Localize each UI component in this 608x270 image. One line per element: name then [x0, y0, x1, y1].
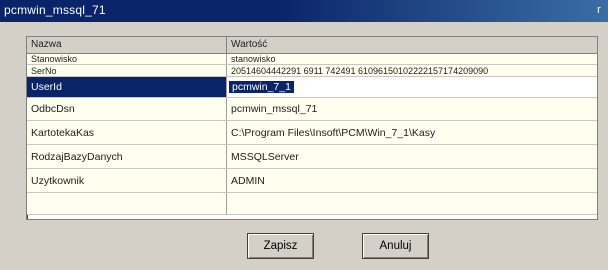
table-row[interactable]: Stanowisko stanowisko	[27, 54, 597, 65]
row-name: KartotekaKas	[27, 121, 227, 144]
table-row[interactable]: OdbcDsn pcmwin_mssql_71	[27, 98, 597, 121]
properties-grid: Nazwa Wartość Stanowisko stanowisko SerN…	[26, 36, 598, 220]
row-name: Stanowisko	[27, 54, 227, 64]
row-name-empty	[27, 193, 227, 214]
column-header-name[interactable]: Nazwa	[27, 37, 227, 53]
settings-dialog: pcmwin_mssql_71 r Nazwa Wartość Stanowis…	[0, 0, 608, 270]
column-header-value[interactable]: Wartość	[227, 37, 597, 53]
row-value[interactable]: 20514604442291 6911 742491 6109615010222…	[227, 65, 597, 76]
cancel-button[interactable]: Anuluj	[362, 233, 429, 259]
save-button[interactable]: Zapisz	[247, 233, 314, 259]
row-value[interactable]: ADMIN	[227, 169, 597, 192]
table-row-selected[interactable]: UserId pcmwin_7_1	[27, 77, 597, 98]
table-row-empty[interactable]	[27, 193, 597, 215]
table-row[interactable]: KartotekaKas C:\Program Files\Insoft\PCM…	[27, 121, 597, 145]
row-name: UserId	[27, 77, 227, 97]
row-name: RodzajBazyDanych	[27, 145, 227, 168]
window-title: pcmwin_mssql_71	[4, 3, 106, 17]
row-value[interactable]: stanowisko	[227, 54, 597, 64]
row-name: OdbcDsn	[27, 98, 227, 120]
row-value-empty[interactable]	[227, 193, 597, 214]
row-value[interactable]: MSSQLServer	[227, 145, 597, 168]
row-value-editor[interactable]: pcmwin_7_1	[227, 77, 597, 97]
table-row[interactable]: SerNo 20514604442291 6911 742491 6109615…	[27, 65, 597, 77]
grid-header: Nazwa Wartość	[27, 37, 597, 54]
row-value[interactable]: C:\Program Files\Insoft\PCM\Win_7_1\Kasy	[227, 121, 597, 144]
row-name: Uzytkownik	[27, 169, 227, 192]
row-value[interactable]: pcmwin_mssql_71	[227, 98, 597, 120]
table-row[interactable]: RodzajBazyDanych MSSQLServer	[27, 145, 597, 169]
title-bar[interactable]: pcmwin_mssql_71 r	[0, 0, 608, 22]
row-name: SerNo	[27, 65, 227, 76]
table-row[interactable]: Uzytkownik ADMIN	[27, 169, 597, 193]
close-icon[interactable]: r	[592, 3, 606, 17]
row-value-edit-input[interactable]: pcmwin_7_1	[229, 81, 294, 93]
